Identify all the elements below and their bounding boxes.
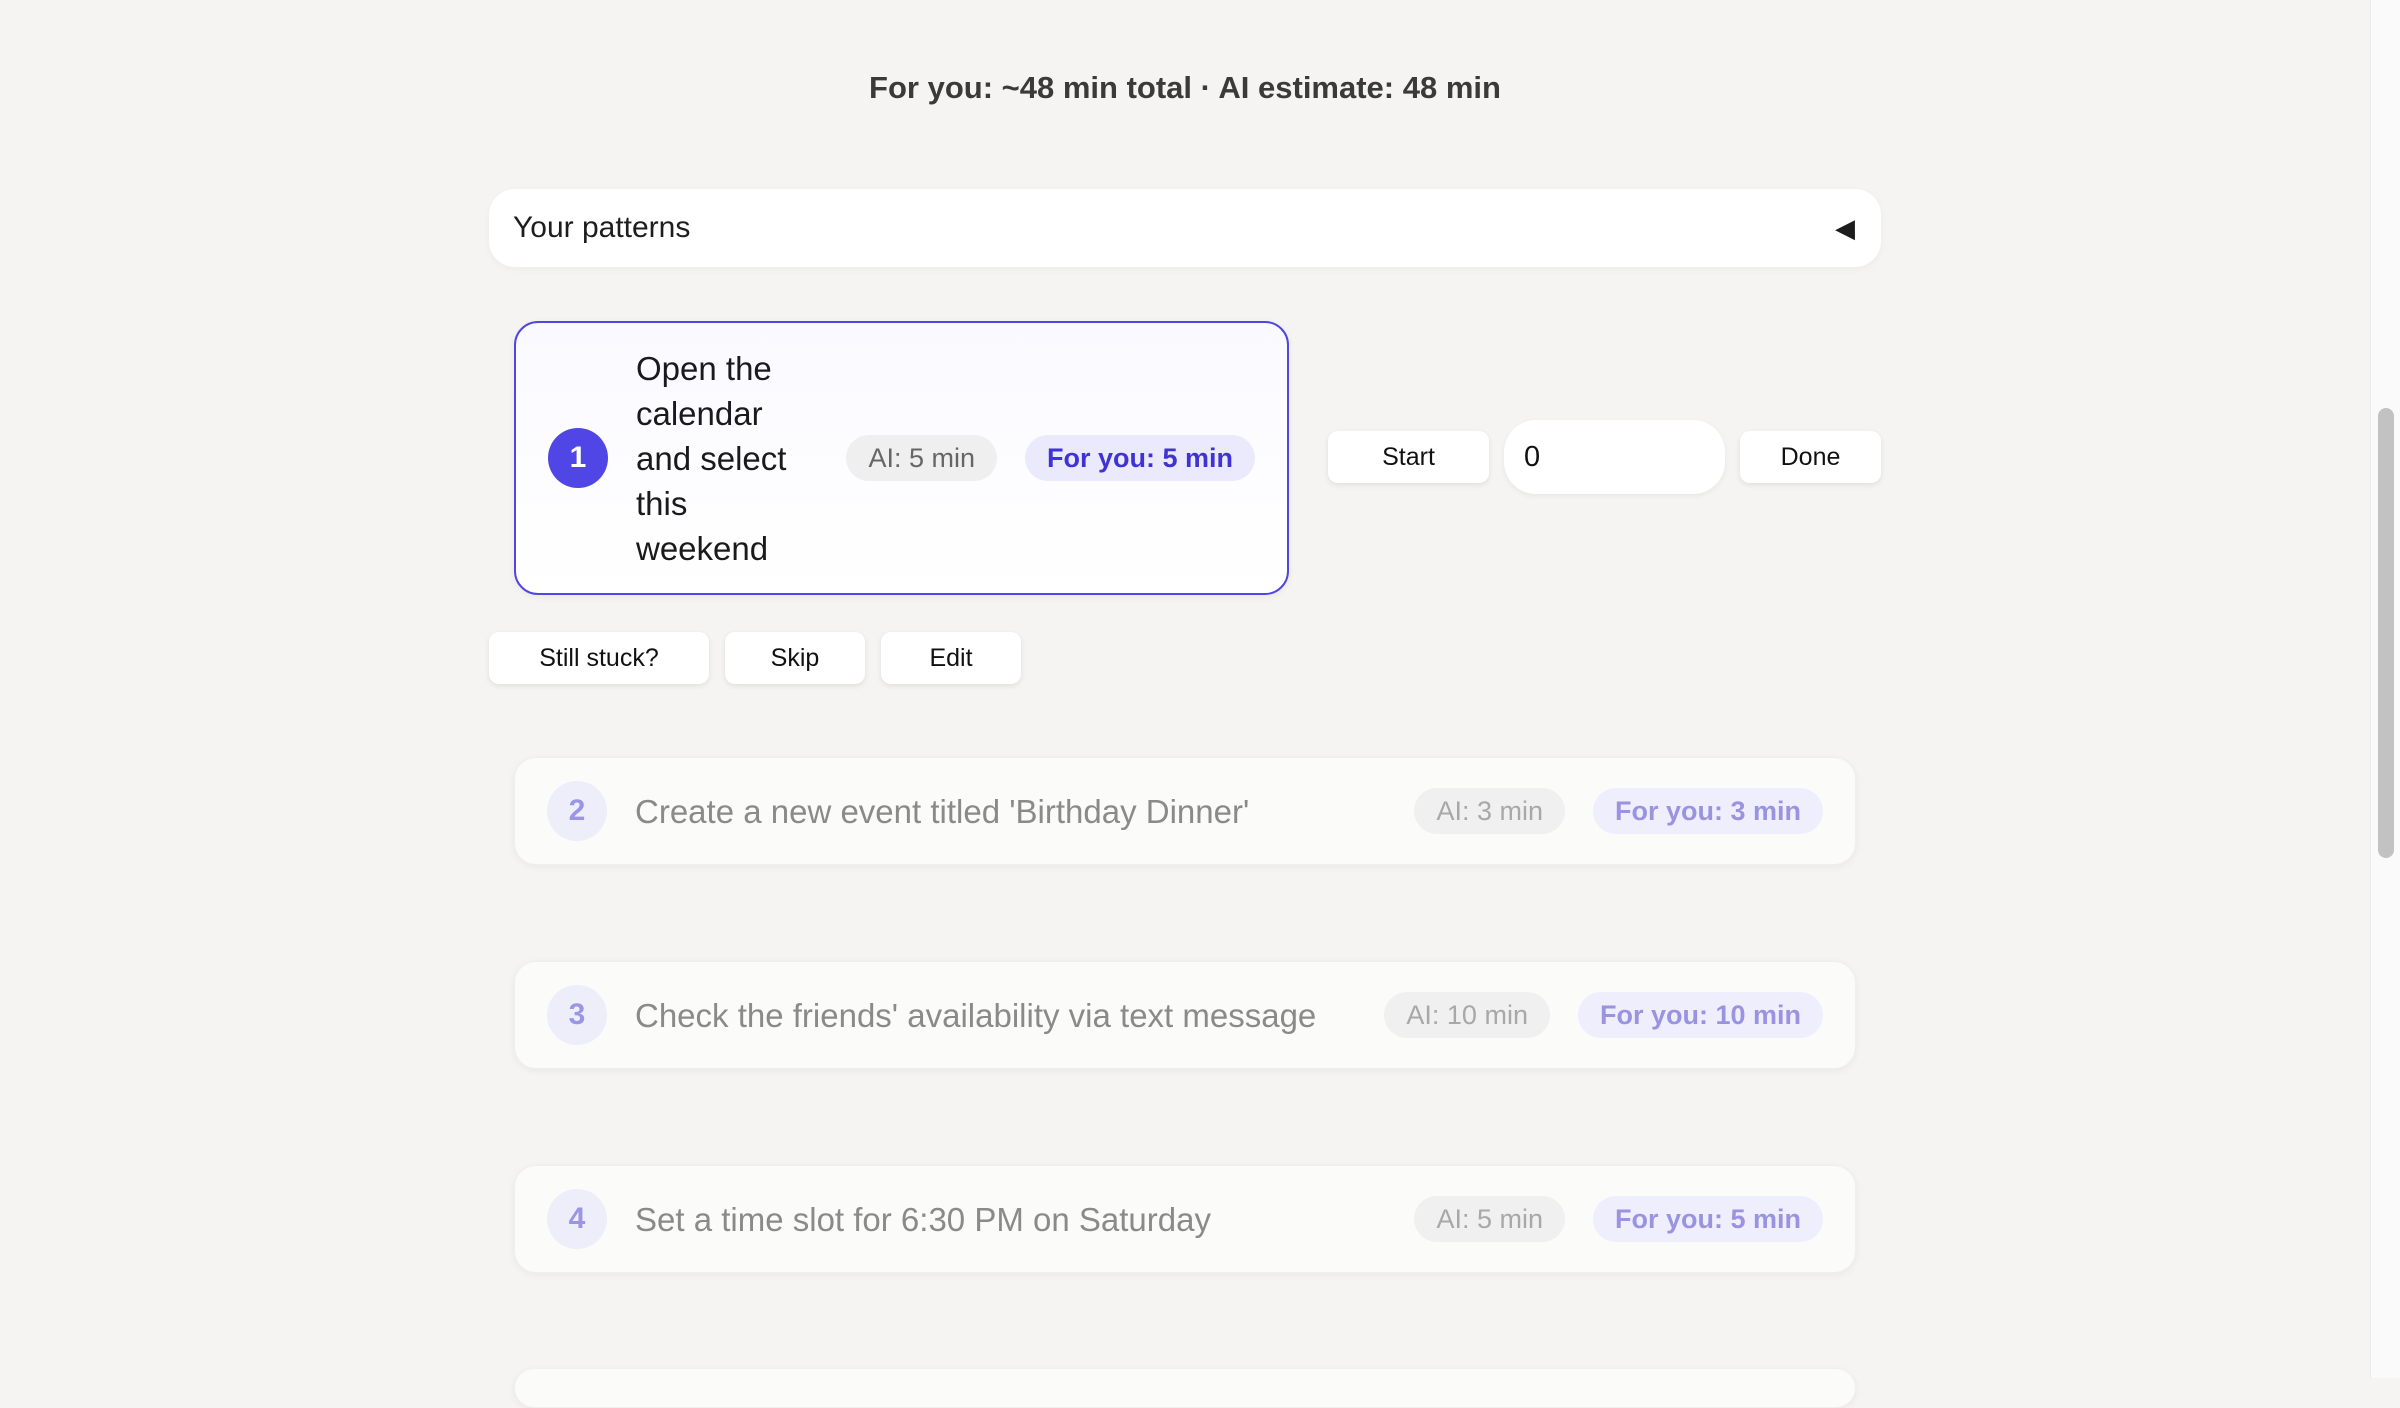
task-card[interactable]: 4 Set a time slot for 6:30 PM on Saturda…: [514, 1165, 1856, 1273]
your-estimate-chip: For you: 5 min: [1024, 435, 1255, 481]
start-button[interactable]: Start: [1328, 431, 1489, 483]
patterns-label: Your patterns: [513, 211, 691, 244]
step-number: 2: [547, 781, 607, 841]
ai-estimate-chip: AI: 10 min: [1384, 992, 1550, 1038]
your-estimate-chip: For you: 3 min: [1592, 788, 1823, 834]
task-card-active[interactable]: 1 Open the calendar and select this week…: [514, 321, 1289, 595]
time-summary: For you: ~48 min total · AI estimate: 48…: [869, 70, 1501, 105]
task-card-partial[interactable]: [514, 1368, 1856, 1408]
task-title: Open the calendar and select this weeken…: [636, 349, 787, 567]
ai-estimate-chip: AI: 5 min: [846, 435, 997, 481]
step-number: 1: [548, 428, 608, 488]
task-title: Check the friends' availability via text…: [635, 996, 1317, 1034]
skip-button[interactable]: Skip: [725, 632, 865, 684]
task-title: Set a time slot for 6:30 PM on Saturday: [635, 1200, 1211, 1238]
done-button[interactable]: Done: [1740, 431, 1881, 483]
task-card[interactable]: 2 Create a new event titled 'Birthday Di…: [514, 757, 1856, 865]
scrollbar-thumb[interactable]: [2378, 408, 2394, 858]
timer-input[interactable]: [1504, 420, 1725, 494]
your-estimate-chip: For you: 5 min: [1592, 1196, 1823, 1242]
step-number: 3: [547, 985, 607, 1045]
scrollbar[interactable]: [2370, 0, 2400, 1378]
edit-button[interactable]: Edit: [881, 632, 1021, 684]
still-stuck-button[interactable]: Still stuck?: [489, 632, 709, 684]
ai-estimate-chip: AI: 3 min: [1414, 788, 1565, 834]
ai-estimate-chip: AI: 5 min: [1414, 1196, 1565, 1242]
your-estimate-chip: For you: 10 min: [1577, 992, 1823, 1038]
task-title: Create a new event titled 'Birthday Dinn…: [635, 792, 1250, 830]
your-patterns-panel[interactable]: Your patterns ◀: [489, 189, 1881, 267]
task-card[interactable]: 3 Check the friends' availability via te…: [514, 961, 1856, 1069]
collapse-arrow-icon[interactable]: ◀: [1835, 213, 1855, 244]
step-number: 4: [547, 1189, 607, 1249]
